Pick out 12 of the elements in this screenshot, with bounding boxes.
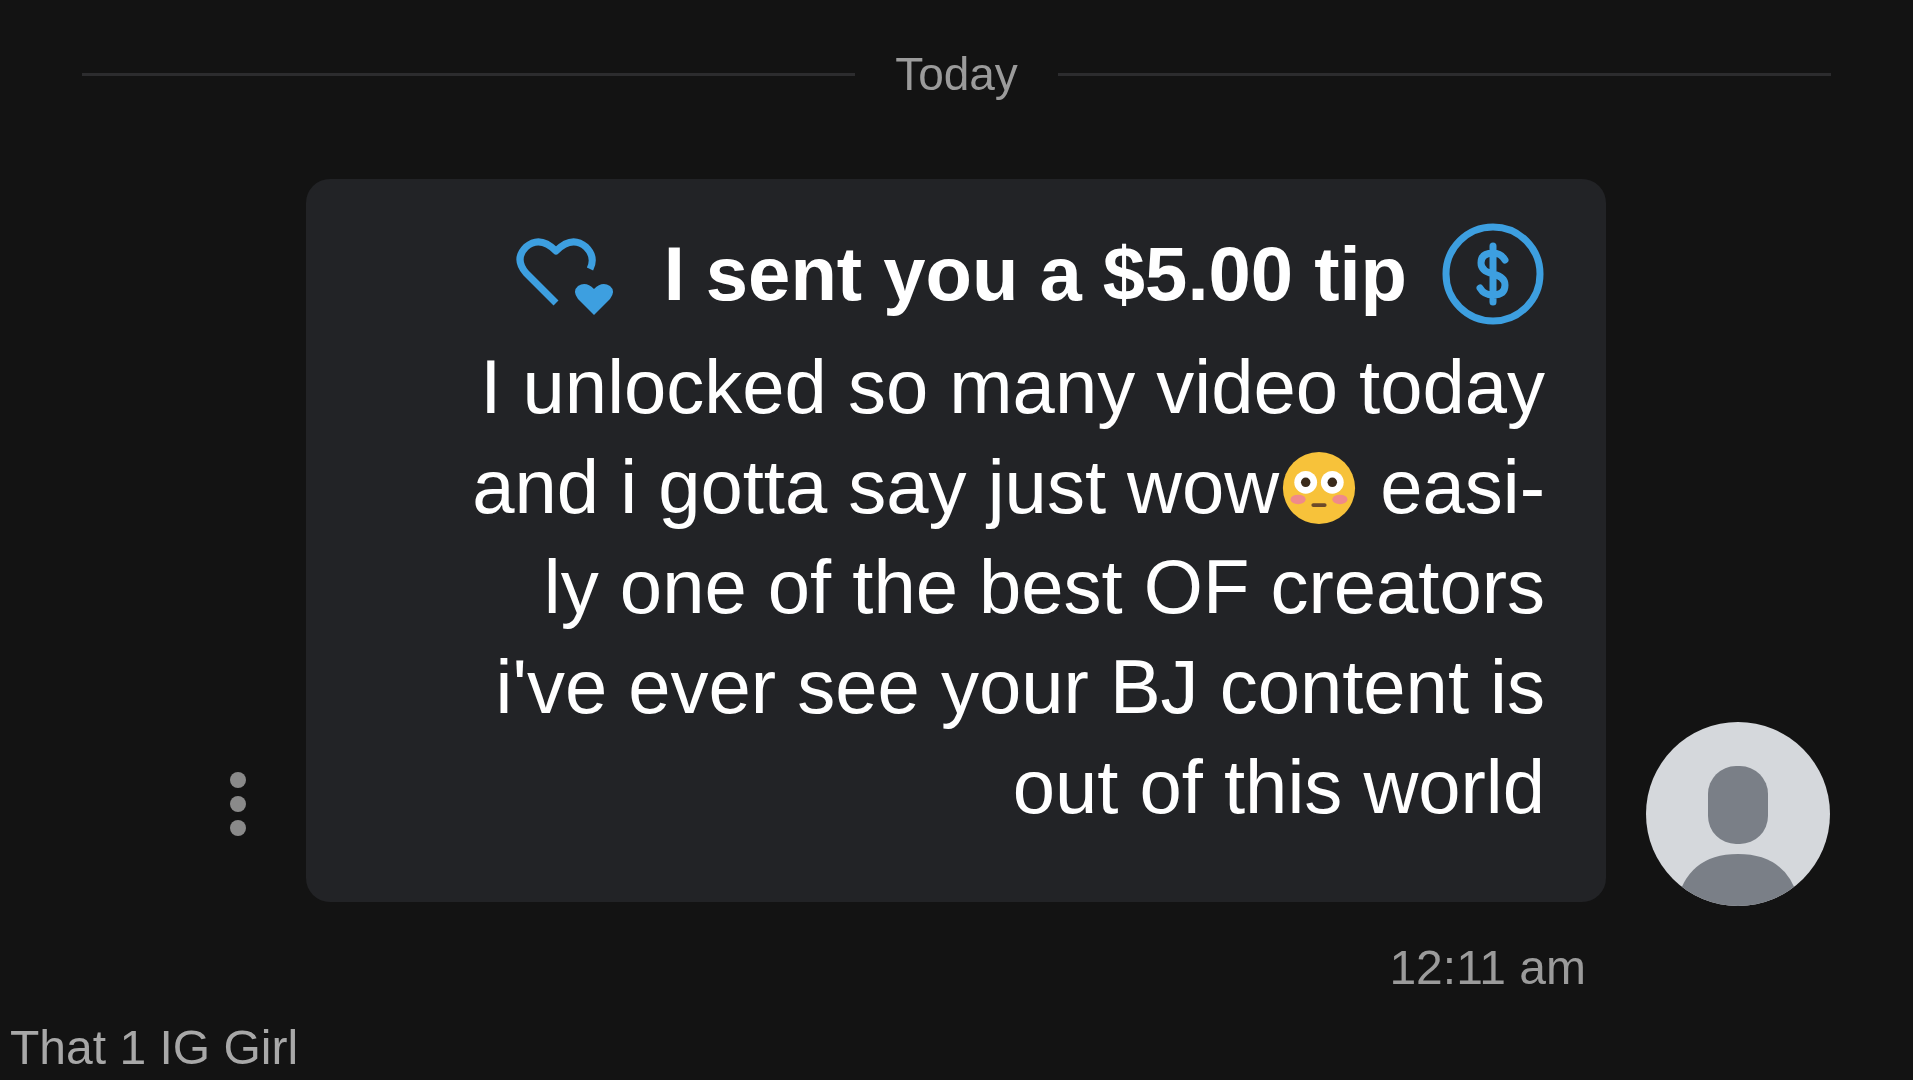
message-time: 12:11 am	[1389, 940, 1586, 996]
message-line: I unlocked so many video today	[480, 343, 1545, 431]
dollar-circle-icon	[1441, 222, 1545, 326]
date-divider: Today	[895, 47, 1018, 102]
message-line: i've ever see your BJ content is	[495, 643, 1545, 731]
sender-name: That 1 IG Girl	[10, 1020, 299, 1076]
message-line: out of this world	[1012, 743, 1545, 831]
more-options-icon[interactable]	[228, 772, 248, 836]
tip-title: I sent you a $5.00 tip	[663, 230, 1407, 318]
message-line: ly one of the best OF creators	[543, 543, 1545, 631]
message-line: and i gotta say just wow easi-	[472, 443, 1545, 531]
flushed-face-icon	[1281, 449, 1358, 526]
